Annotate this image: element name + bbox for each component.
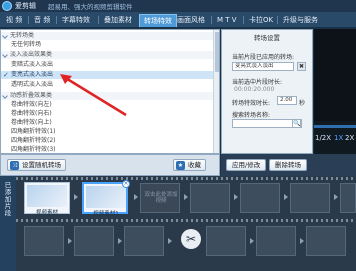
transition-duration-input[interactable]: 2.00 [277,96,297,105]
arrow-right-icon [300,238,304,244]
list-item[interactable]: 卷曲特效(向右) [11,110,211,118]
list-item[interactable]: 四角翻折特效(1) [11,128,211,136]
transition-list: 无转场类 无任何转场 淡入淡出效果类 变暗式淡入淡出 ✓ 变亮式淡入淡出 透明式淡… [0,29,220,154]
clip-duration-label: 当前选中片段时长: [232,79,283,86]
arrow-right-icon [250,238,254,244]
app-name: 爱剪辑 [15,2,36,10]
arrow-right-icon [234,194,238,200]
apply-button[interactable]: 应用/修改 [226,159,267,171]
category-fold[interactable]: 动感折叠效果类 [1,92,219,100]
chevron-down-icon [2,52,8,58]
clip-thumbnail-selected[interactable]: 视频素材1 × [82,180,130,217]
list-item[interactable]: 四角翻折特效(3) [11,146,211,153]
clip-thumbnail[interactable]: 视频素材 [24,182,70,216]
current-transition-field: 变亮式淡入淡出 [232,62,294,71]
app-logo-icon [2,1,12,11]
scissors-icon[interactable]: ✂ [181,229,201,249]
arrow-right-icon [184,194,188,200]
transition-duration-label: 转场特效时长: [232,100,271,107]
arrow-right-icon [74,194,78,200]
empty-clip-slot[interactable] [190,183,230,213]
list-item[interactable]: 无任何转场 [11,41,211,49]
empty-clip-slot[interactable] [206,226,246,256]
clip-image [27,185,67,207]
remove-transition-icon[interactable]: ✖ [297,62,306,71]
tab-video[interactable]: 视 频 [2,14,26,27]
list-scrollbar[interactable] [213,30,219,153]
clip-timeline: 已添加片段 视频素材 视频素材1 × 双击此处添加视频 ✂ [0,176,356,271]
playback-progress-bar[interactable] [314,125,356,128]
tab-transitions[interactable]: 转场特效 [139,14,177,27]
empty-clip-slot[interactable] [24,226,64,256]
title-bar: 爱剪辑 超易用、强大的视频剪辑软件 [0,0,356,12]
list-actions-bar: ⤨ 设置随机转场 ★ 收藏 [0,154,220,176]
arrow-right-icon [168,238,172,244]
random-transition-button[interactable]: ⤨ 设置随机转场 [7,159,66,171]
clip-name: 视频素材1 [93,211,119,217]
settings-title: 转场设置 [254,34,280,42]
list-item[interactable]: 卷曲特效(向上) [11,119,211,127]
chevron-down-icon [2,33,8,39]
app-slogan: 超易用、强大的视频剪辑软件 [48,3,133,11]
transition-settings-panel: 转场设置 当前片段已应用的转场: 变亮式淡入淡出 ✖ 当前选中片段时长: 00:… [221,29,313,154]
shuffle-icon: ⤨ [10,161,19,170]
tab-mtv[interactable]: M T V [213,14,241,27]
timeline-side-tab[interactable]: 已添加片段 [0,176,16,271]
tab-subtitle-effects[interactable]: 字幕特效 [58,14,94,27]
category-fade[interactable]: 淡入淡出效果类 [1,51,219,59]
video-player: 1/2X 1X 2X [314,29,356,154]
scrollbar-thumb[interactable] [215,32,219,72]
close-icon[interactable]: × [122,180,130,188]
film-strip [16,177,356,180]
clip-name: 视频素材 [35,210,58,216]
list-item[interactable]: 卷曲特效(向左) [11,101,211,109]
tab-overlay[interactable]: 叠加素材 [100,14,136,27]
search-label: 搜索转场名称: [232,112,271,119]
clip-duration-value: 00:00:20.000 [234,86,275,93]
chevron-down-icon [2,93,8,99]
list-item[interactable]: 透明式淡入淡出 [11,81,211,89]
search-icon[interactable]: 🔍 [292,119,301,128]
empty-clip-slot[interactable] [74,226,114,256]
empty-clip-slot[interactable] [256,226,296,256]
tab-audio[interactable]: 音 频 [30,14,54,27]
film-strip [16,219,356,222]
tab-image-style[interactable]: 画面风格 [173,14,209,27]
arrow-right-icon [134,194,138,200]
empty-clip-slot[interactable] [290,183,330,213]
arrow-right-icon [118,238,122,244]
speed-half-button[interactable]: 1/2X [315,133,331,143]
list-item[interactable]: 四角翻折特效(2) [11,137,211,145]
speed-normal-button[interactable]: 1X [334,133,343,143]
current-transition-label: 当前片段已应用的转场: [232,54,295,61]
favorite-button[interactable]: ★ 收藏 [173,159,206,171]
tab-karaoke[interactable]: 卡拉OK [245,14,277,27]
empty-clip-slot[interactable]: 双击此处添加视频 [140,183,180,213]
category-no-transition[interactable]: 无转场类 [1,32,219,40]
arrow-right-icon [334,194,338,200]
star-icon: ★ [176,161,185,170]
check-icon: ✓ [3,71,9,79]
list-item[interactable]: 变暗式淡入淡出 [11,61,211,69]
list-item-selected[interactable]: ✓ 变亮式淡入淡出 [1,71,219,79]
arrow-right-icon [284,194,288,200]
seconds-unit: 秒 [299,100,306,107]
arrow-right-icon [68,238,72,244]
empty-clip-slot[interactable] [306,226,346,256]
empty-clip-slot[interactable] [124,226,164,256]
main-menu-bar: 视 频 音 频 字幕特效 叠加素材 转场特效 画面风格 M T V 卡拉OK 升… [0,12,356,28]
speed-double-button[interactable]: 2X [345,133,354,143]
empty-clip-slot[interactable] [240,183,280,213]
delete-transition-button[interactable]: 删除转场 [269,159,307,171]
settings-actions-bar: 应用/修改 删除转场 [221,154,356,176]
clip-image [86,186,126,208]
tab-upgrade[interactable]: 升级与服务 [279,14,322,27]
empty-clip-slot[interactable] [340,183,356,213]
preview-screen [314,29,356,121]
